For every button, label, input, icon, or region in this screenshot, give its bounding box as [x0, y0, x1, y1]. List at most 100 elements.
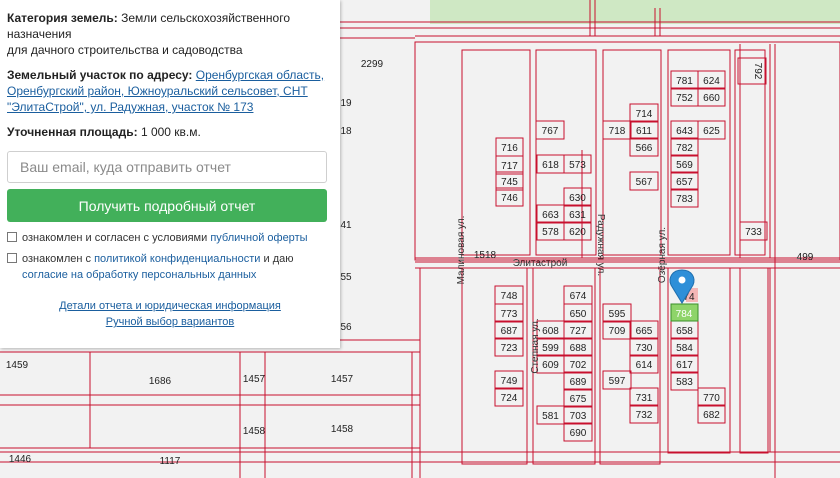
plot-number: 55	[340, 272, 352, 283]
plot-number: 703	[570, 411, 587, 422]
plot-number: 2299	[361, 59, 384, 70]
plot-number: 566	[636, 143, 653, 154]
plot-number: 617	[676, 360, 693, 371]
data-processing-link[interactable]: согласие на обработку персональных данны…	[22, 269, 256, 281]
plot-number: 1686	[149, 376, 172, 387]
offer-text: ознакомлен и согласен с условиями	[22, 232, 208, 244]
plot-number: 630	[569, 193, 586, 204]
plot-number: 19	[340, 98, 352, 109]
plot-number: 675	[570, 394, 587, 405]
plot-number: 624	[703, 76, 720, 87]
plot-number: 599	[542, 343, 559, 354]
address-section: Земельный участок по адресу: Оренбургска…	[7, 67, 333, 115]
street-label: Малиновая ул.	[456, 216, 467, 285]
map-pin-dot	[678, 276, 686, 284]
plot-number: 702	[570, 360, 587, 371]
address-link-2[interactable]: Оренбургский район, Южноуральский сельсо…	[7, 84, 308, 98]
plot-number: 643	[676, 126, 693, 137]
area-label: Уточненная площадь:	[7, 125, 138, 139]
plot-number: 660	[703, 93, 720, 104]
street-label: Радужная ул.	[595, 214, 606, 276]
panel-links: Детали отчета и юридическая информация Р…	[7, 298, 333, 330]
plot-number: 748	[501, 291, 518, 302]
plot-number: 716	[501, 143, 518, 154]
plot-number: 658	[676, 326, 693, 337]
offer-checkbox[interactable]	[7, 232, 17, 242]
plot-number: 614	[636, 360, 653, 371]
plot-number: 752	[676, 93, 693, 104]
plot-number: 583	[676, 377, 693, 388]
plot-number: 781	[676, 76, 693, 87]
plot-number: 688	[570, 343, 587, 354]
offer-link[interactable]: публичной оферты	[210, 232, 307, 244]
privacy-checkbox[interactable]	[7, 253, 17, 263]
plot-number: 1457	[331, 374, 354, 385]
plot-number: 618	[542, 160, 559, 171]
info-panel: Категория земель: Земли сельскохозяйстве…	[0, 0, 340, 348]
plot-number: 674	[570, 291, 587, 302]
plot-number: 783	[676, 194, 693, 205]
plot-number: 727	[570, 326, 587, 337]
plot-number: 782	[676, 143, 693, 154]
address-link-1[interactable]: Оренбургская область,	[196, 68, 324, 82]
plot-number: 663	[542, 210, 559, 221]
plot-number: 690	[570, 428, 587, 439]
plot-number: 1446	[9, 454, 32, 465]
manual-selection-link[interactable]: Ручной выбор вариантов	[106, 314, 234, 330]
category-value-2: для дачного строительства и садоводства	[7, 43, 243, 57]
category-label: Категория земель:	[7, 11, 118, 25]
plot-number: 745	[501, 177, 518, 188]
plot-number: 597	[609, 376, 626, 387]
plot-number: 625	[703, 126, 720, 137]
plot-number: 581	[542, 411, 559, 422]
plot-number: 732	[636, 410, 653, 421]
plot-number: 687	[501, 326, 518, 337]
email-input[interactable]	[7, 151, 327, 183]
plot-number: 499	[797, 252, 814, 263]
plot-number: 717	[501, 161, 518, 172]
plot-number: 714	[636, 109, 653, 120]
plot-number: 1457	[243, 374, 266, 385]
plot-number: 609	[542, 360, 559, 371]
privacy-text: ознакомлен с	[22, 253, 92, 265]
address-link-3[interactable]: "ЭлитаСтрой", ул. Радужная, участок № 17…	[7, 100, 253, 114]
plot-number: 567	[636, 177, 653, 188]
offer-consent-row: ознакомлен и согласен с условиями публич…	[7, 230, 333, 246]
plot-number: 749	[501, 376, 518, 387]
plot-number: 770	[703, 393, 720, 404]
plot-number: 665	[636, 326, 653, 337]
get-report-button[interactable]: Получить подробный отчет	[7, 189, 327, 222]
plot-number: 1117	[160, 456, 181, 467]
plot-number: 1458	[331, 424, 354, 435]
plot-number: 746	[501, 193, 518, 204]
plot-number: 584	[676, 343, 693, 354]
plot-number: 730	[636, 343, 653, 354]
privacy-consent-row: ознакомлен с политикой конфиденциальност…	[7, 251, 333, 283]
green-strip	[430, 0, 840, 24]
plot-number: 569	[676, 160, 693, 171]
street-label: Элитастрой	[513, 258, 568, 269]
plot-number: 767	[542, 126, 559, 137]
plot-number: 773	[501, 309, 518, 320]
plot-number: 41	[340, 220, 352, 231]
selected-plot-number: 784	[676, 309, 693, 320]
plot-number: 657	[676, 177, 693, 188]
plot-number: 611	[636, 126, 652, 137]
plot-number: 650	[570, 309, 587, 320]
area-row: Уточненная площадь: 1 000 кв.м.	[7, 124, 333, 140]
plot-number: 631	[569, 210, 586, 221]
plot-number: 1458	[243, 426, 266, 437]
plot-number: 56	[340, 322, 352, 333]
plot-number: 18	[340, 126, 352, 137]
plot-number: 689	[570, 377, 587, 388]
plot-number: 595	[609, 309, 626, 320]
plot-number: 573	[569, 160, 586, 171]
privacy-policy-link[interactable]: политикой конфиденциальности	[94, 253, 260, 265]
details-link[interactable]: Детали отчета и юридическая информация	[59, 298, 281, 314]
plot-number: 620	[569, 227, 586, 238]
address-label: Земельный участок по адресу:	[7, 68, 193, 82]
street-label: Степная ул.	[530, 318, 541, 373]
plot-number: 724	[501, 393, 518, 404]
plot-number: 682	[703, 410, 720, 421]
area-value: 1 000 кв.м.	[140, 125, 201, 139]
